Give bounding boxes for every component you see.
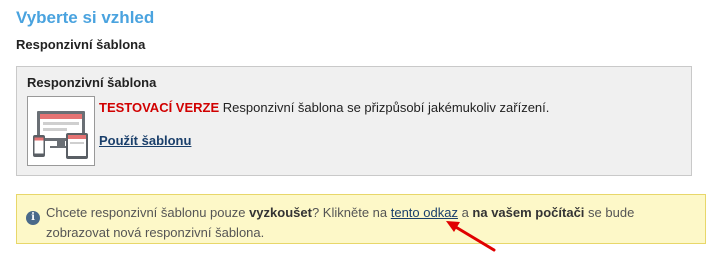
info-icon: i xyxy=(26,211,40,225)
section-title: Responzivní šablona xyxy=(16,37,146,52)
info-text-part-2: ? Klikněte na xyxy=(311,205,391,220)
info-bold-try: vyzkoušet xyxy=(249,205,312,220)
responsive-devices-icon xyxy=(33,111,88,159)
template-thumbnail[interactable] xyxy=(27,96,95,166)
test-version-label: TESTOVACÍ VERZE xyxy=(99,100,220,115)
template-description: TESTOVACÍ VERZE Responzivní šablona se p… xyxy=(99,100,549,115)
page-title: Vyberte si vzhled xyxy=(16,8,155,27)
template-name: Responzivní šablona xyxy=(27,75,157,90)
description-text: Responzivní šablona se přizpůsobí jakému… xyxy=(219,100,550,115)
red-arrow-annotation xyxy=(446,221,496,252)
info-text: Chcete responzivní šablonu pouze vyzkouš… xyxy=(46,203,696,243)
info-notice: i Chcete responzivní šablonu pouze vyzko… xyxy=(16,194,706,244)
use-template-link[interactable]: Použít šablonu xyxy=(99,133,191,148)
template-card: Responzivní šablona TESTOVACÍ VERZE Resp… xyxy=(16,66,692,176)
info-text-part-1: Chcete responzivní šablonu pouze xyxy=(46,205,250,220)
